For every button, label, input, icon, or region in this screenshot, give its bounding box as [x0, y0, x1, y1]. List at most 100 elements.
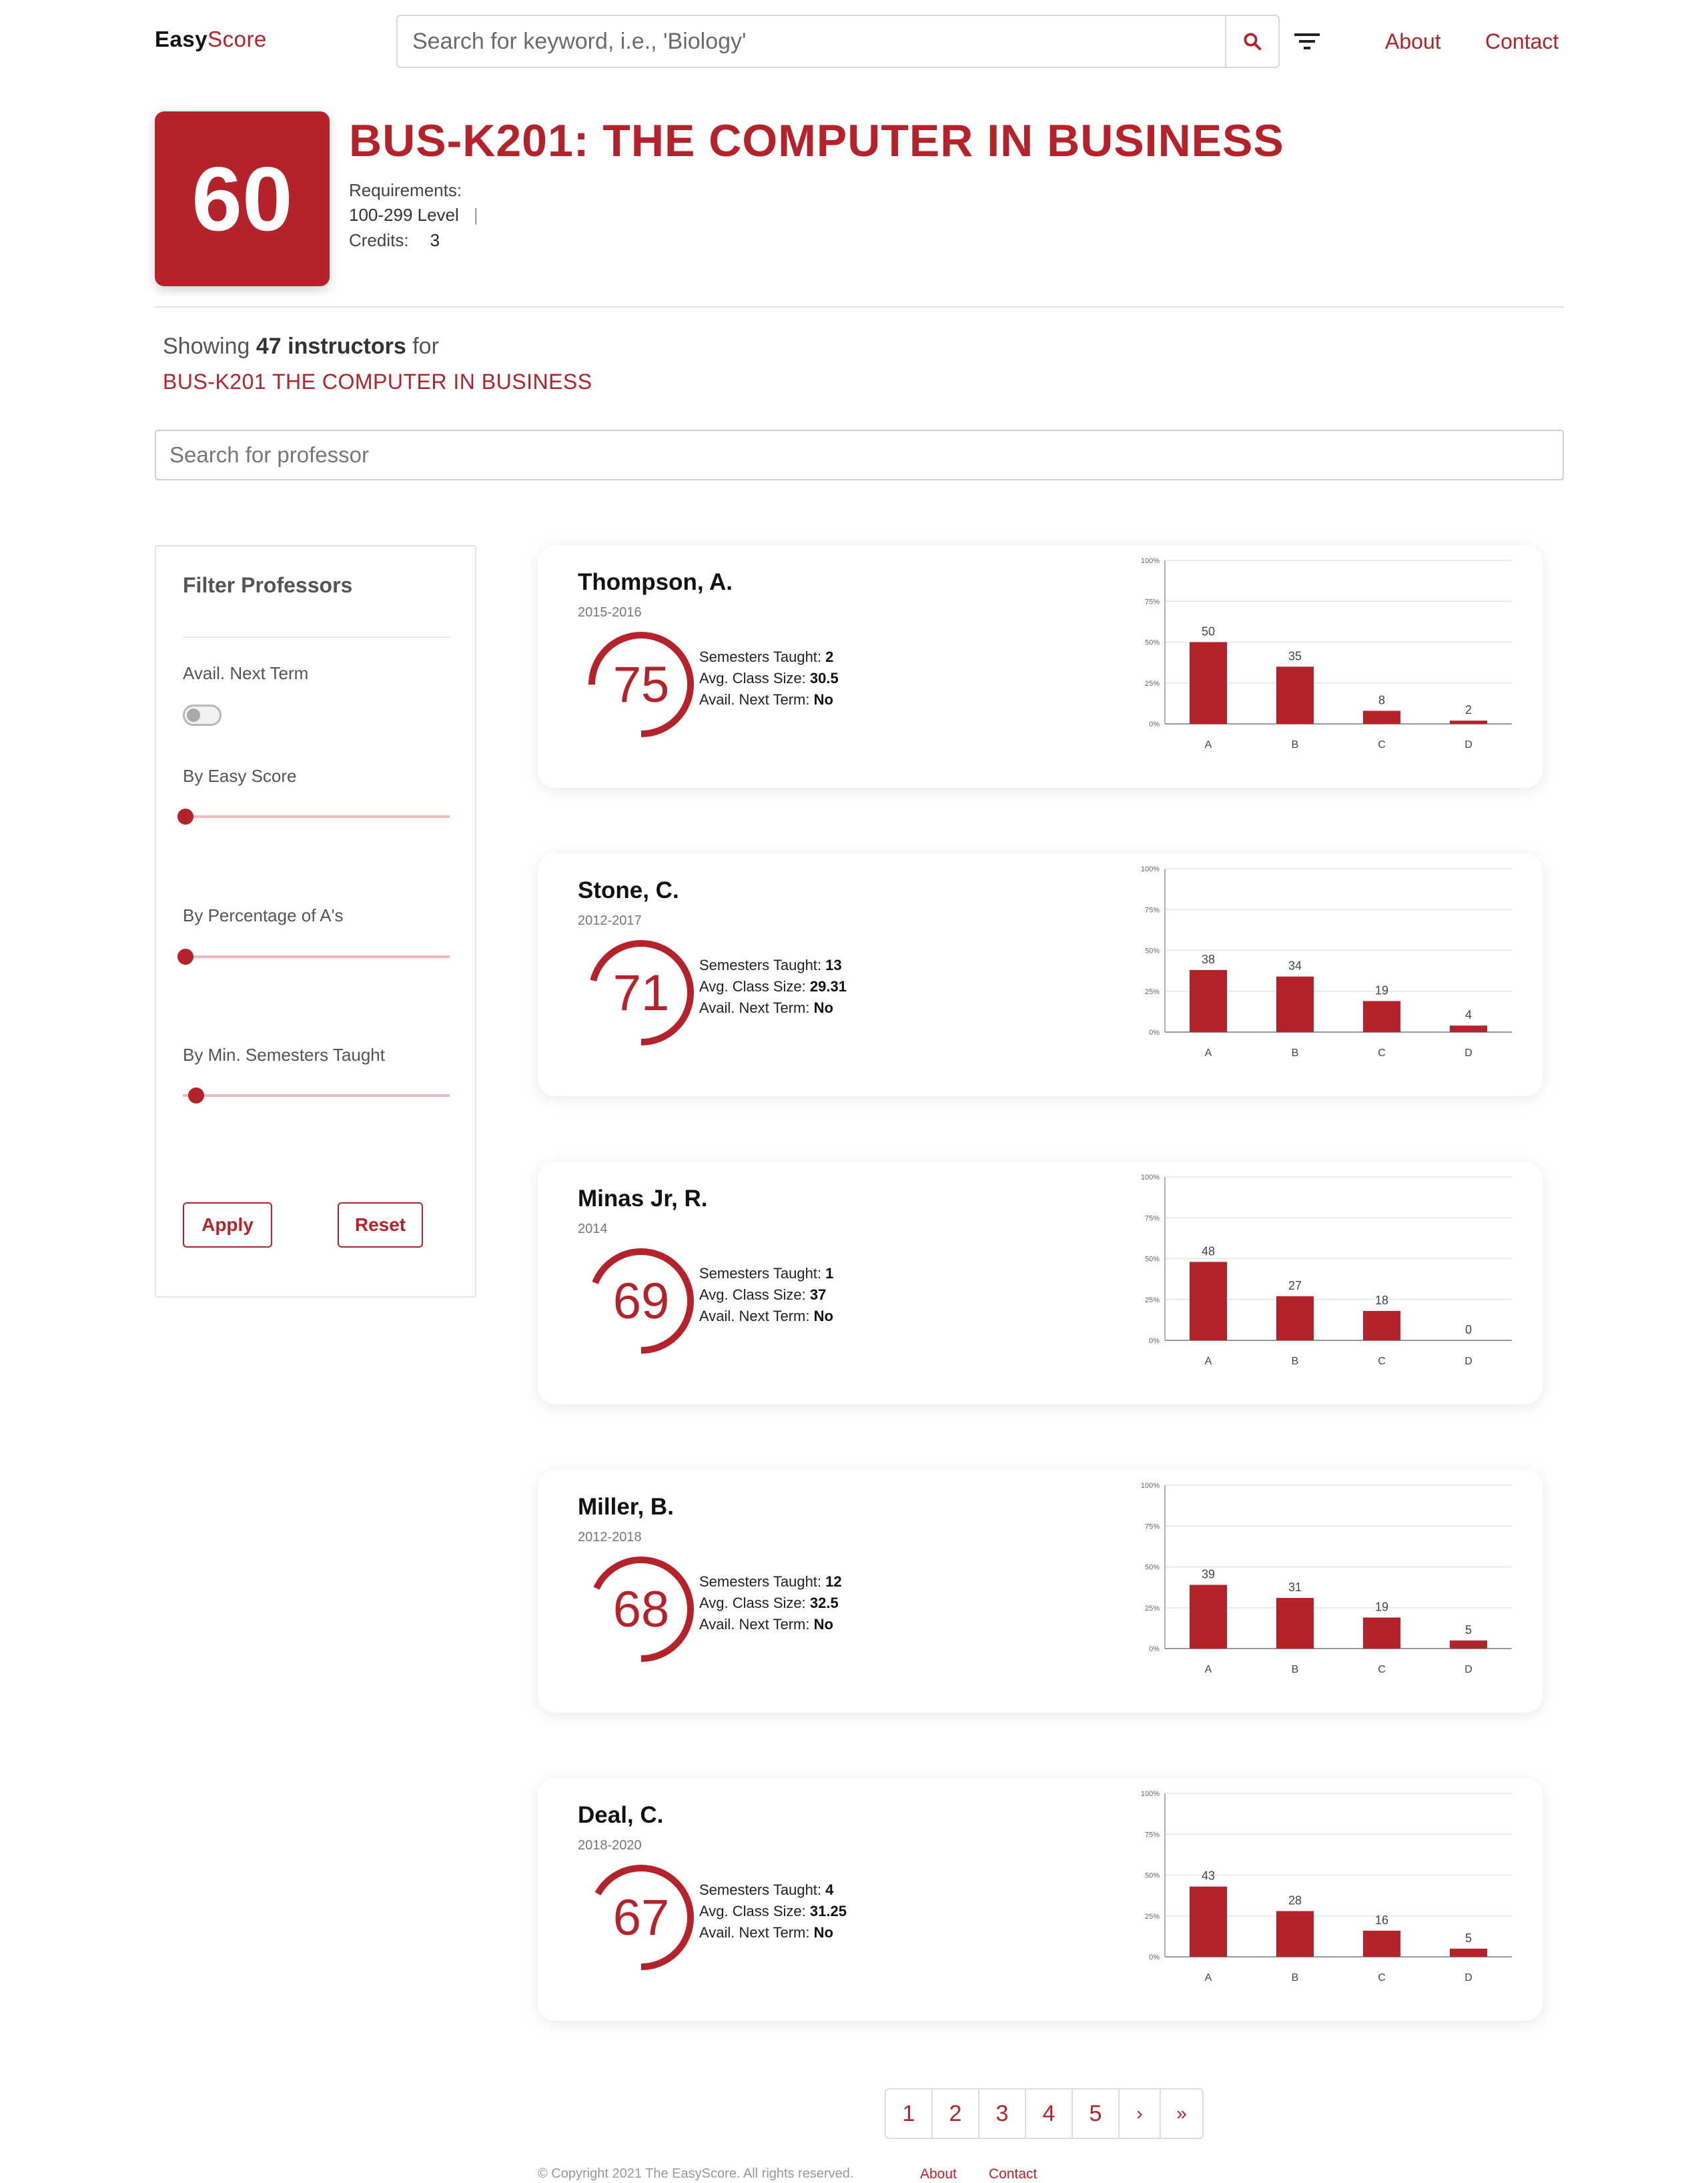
- bar-value-label: 8: [1378, 693, 1385, 707]
- professor-stats: Semesters Taught: 12 Avg. Class Size: 32…: [699, 1571, 842, 1635]
- avail-label: Avail. Next Term:: [699, 1616, 810, 1633]
- next-page-button[interactable]: ›: [1120, 2090, 1161, 2138]
- filter-icon[interactable]: [1292, 29, 1322, 53]
- y-tick-label: 0%: [1149, 721, 1160, 729]
- avail-label: Avail. Next Term:: [699, 691, 810, 708]
- x-tick-label: B: [1292, 1664, 1299, 1675]
- professor-card[interactable]: Stone, C. 2012-2017 71 Semesters Taught:…: [538, 853, 1543, 1096]
- y-tick-label: 0%: [1149, 1953, 1160, 1961]
- keyword-search: [396, 15, 1280, 68]
- y-tick-label: 100%: [1141, 865, 1160, 873]
- x-tick-label: D: [1464, 1356, 1472, 1367]
- bar-value-label: 48: [1202, 1244, 1215, 1258]
- reset-button[interactable]: Reset: [338, 1202, 423, 1248]
- avail-row: Avail. Next Term: No: [699, 997, 847, 1019]
- footer-about-link[interactable]: About: [920, 2166, 957, 2182]
- copyright: © Copyright 2021 The EasyScore. All righ…: [538, 2166, 854, 2181]
- y-tick-label: 25%: [1145, 680, 1160, 688]
- avail-row: Avail. Next Term: No: [699, 1306, 833, 1327]
- credits-value: 3: [430, 230, 440, 250]
- bar-value-label: 19: [1375, 983, 1388, 997]
- semesters-row: Semesters Taught: 12: [699, 1571, 842, 1593]
- bar-value-label: 5: [1465, 1931, 1472, 1945]
- filter-panel: Filter Professors Avail. Next Term By Ea…: [155, 545, 476, 1298]
- footer-contact-link[interactable]: Contact: [989, 2166, 1037, 2182]
- class-size-label: Avg. Class Size:: [699, 1595, 806, 1611]
- professor-card[interactable]: Thompson, A. 2015-2016 75 Semesters Taug…: [538, 545, 1543, 788]
- semesters-row: Semesters Taught: 2: [699, 646, 839, 668]
- professor-stats: Semesters Taught: 2 Avg. Class Size: 30.…: [699, 646, 839, 711]
- professor-card[interactable]: Minas Jr, R. 2014 69 Semesters Taught: 1…: [538, 1162, 1543, 1404]
- filter-divider: [183, 636, 450, 638]
- search-button[interactable]: [1225, 16, 1278, 67]
- slider-track: [183, 1094, 450, 1097]
- slider-thumb[interactable]: [177, 949, 193, 965]
- professor-years: 2018-2020: [578, 1838, 642, 1853]
- y-tick-label: 100%: [1141, 1482, 1160, 1490]
- bar-value-label: 18: [1375, 1294, 1388, 1307]
- bar-C: [1363, 1617, 1400, 1649]
- easy-score-slider[interactable]: [177, 807, 450, 827]
- search-icon: [1244, 33, 1262, 51]
- x-tick-label: D: [1464, 1664, 1472, 1675]
- x-tick-label: B: [1292, 739, 1299, 751]
- bar-value-label: 31: [1288, 1581, 1302, 1594]
- brand-logo[interactable]: EasyScore: [155, 27, 267, 52]
- y-tick-label: 100%: [1141, 557, 1160, 565]
- slider-track: [183, 815, 450, 818]
- showing-count: Showing 47 instructors for: [163, 334, 439, 360]
- avail-next-term-toggle[interactable]: [183, 705, 222, 726]
- professor-name[interactable]: Minas Jr, R.: [578, 1186, 708, 1212]
- y-tick-label: 75%: [1145, 598, 1160, 606]
- class-size-row: Avg. Class Size: 31.25: [699, 1901, 847, 1922]
- apply-button[interactable]: Apply: [183, 1202, 272, 1248]
- professor-score: 68: [612, 1581, 670, 1638]
- professor-name[interactable]: Stone, C.: [578, 877, 679, 904]
- page-2[interactable]: 2: [933, 2090, 979, 2138]
- y-tick-label: 50%: [1145, 947, 1160, 955]
- page-5[interactable]: 5: [1073, 2090, 1120, 2138]
- y-tick-label: 75%: [1145, 1831, 1160, 1839]
- page-1[interactable]: 1: [886, 2090, 933, 2138]
- course-link[interactable]: BUS-K201 THE COMPUTER IN BUSINESS: [163, 370, 592, 394]
- professor-name[interactable]: Miller, B.: [578, 1494, 674, 1520]
- bar-value-label: 28: [1288, 1893, 1302, 1907]
- bar-A: [1190, 969, 1227, 1032]
- y-tick-label: 0%: [1149, 1337, 1160, 1345]
- y-tick-label: 25%: [1145, 1913, 1160, 1921]
- avail-row: Avail. Next Term: No: [699, 1922, 847, 1943]
- min-semesters-slider[interactable]: [183, 1085, 450, 1106]
- percentage-a-slider[interactable]: [177, 947, 450, 967]
- professor-search: [155, 430, 1564, 480]
- slider-thumb[interactable]: [177, 809, 193, 825]
- professor-name[interactable]: Deal, C.: [578, 1802, 663, 1829]
- bar-value-label: 16: [1375, 1913, 1388, 1927]
- last-page-button[interactable]: »: [1161, 2090, 1202, 2138]
- page-3[interactable]: 3: [979, 2090, 1026, 2138]
- x-tick-label: C: [1378, 739, 1386, 751]
- keyword-search-input[interactable]: [412, 16, 1200, 67]
- y-tick-label: 50%: [1145, 639, 1160, 647]
- professor-card[interactable]: Deal, C. 2018-2020 67 Semesters Taught: …: [538, 1778, 1543, 2021]
- professor-card[interactable]: Miller, B. 2012-2018 68 Semesters Taught…: [538, 1470, 1543, 1713]
- professor-name[interactable]: Thompson, A.: [578, 569, 733, 596]
- page-4[interactable]: 4: [1026, 2090, 1073, 2138]
- bar-value-label: 0: [1465, 1323, 1472, 1336]
- class-size-value: 32.5: [809, 1595, 839, 1611]
- bar-C: [1363, 1930, 1400, 1957]
- class-size-row: Avg. Class Size: 37: [699, 1284, 833, 1306]
- bar-value-label: 4: [1465, 1008, 1472, 1021]
- professor-search-input[interactable]: [156, 431, 1563, 479]
- avail-row: Avail. Next Term: No: [699, 1614, 842, 1635]
- y-tick-label: 50%: [1145, 1564, 1160, 1572]
- nav-about-link[interactable]: About: [1385, 29, 1441, 54]
- y-tick-label: 25%: [1145, 1605, 1160, 1613]
- slider-thumb[interactable]: [188, 1087, 204, 1104]
- nav-contact-link[interactable]: Contact: [1485, 29, 1559, 54]
- grade-distribution-chart: 0% 25% 50% 75% 100% 39 A 31 B 19 C 5 D: [1141, 1482, 1512, 1675]
- y-tick-label: 50%: [1145, 1256, 1160, 1264]
- professor-stats: Semesters Taught: 4 Avg. Class Size: 31.…: [699, 1879, 847, 1943]
- class-size-label: Avg. Class Size:: [699, 978, 806, 995]
- avail-row: Avail. Next Term: No: [699, 689, 839, 711]
- bar-D: [1450, 1640, 1487, 1649]
